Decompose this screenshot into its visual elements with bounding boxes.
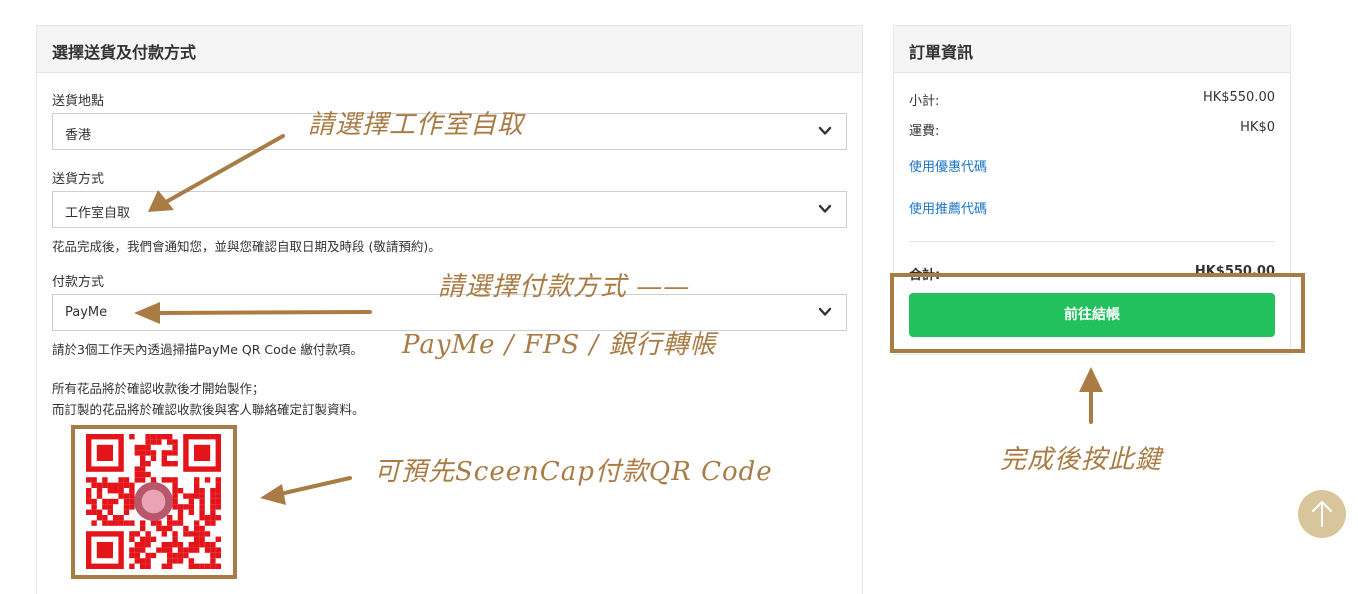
arrow-to-checkout-icon	[1079, 367, 1103, 424]
arrow-up-icon	[1312, 501, 1332, 527]
checkout-page: 選擇送貨及付款方式 送貨地點 香港 送貨方式 工作室自取 花品完成後，我們會通知…	[0, 0, 1358, 594]
scroll-top-button[interactable]	[1298, 490, 1346, 538]
arrow-to-qr-icon	[260, 476, 352, 505]
arrow-to-method-icon	[148, 134, 285, 212]
annotation-arrows	[134, 134, 1103, 505]
arrow-to-payment-icon	[134, 302, 372, 324]
